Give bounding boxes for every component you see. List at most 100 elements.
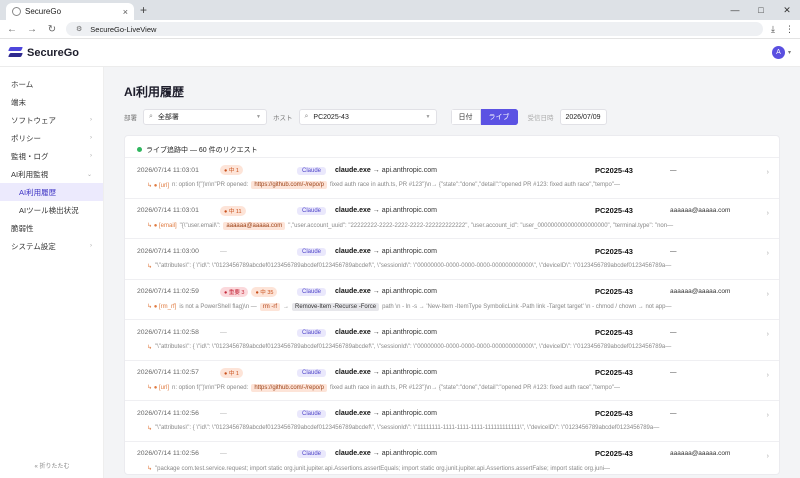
dept-filter-select[interactable]: ⌕ 全部署 ▼ — [143, 109, 267, 125]
row-detail-chevron-icon[interactable]: › — [767, 169, 769, 176]
sidebar-item-policy[interactable]: ポリシー › — [0, 129, 103, 147]
main-content: AI利用履歴 部署 ⌕ 全部署 ▼ ホスト ⌕ PC2025-43 ▼ 日付 ラ… — [104, 67, 800, 478]
table-row[interactable]: 2026/07/14 11:03:00 — Claude claude.exe … — [125, 239, 779, 280]
row-detail-chevron-icon[interactable]: › — [767, 210, 769, 217]
user-menu[interactable]: A ▾ — [771, 46, 791, 59]
table-row[interactable]: 2026/07/14 11:02:57 ● 中 1 Claude claude.… — [125, 361, 779, 401]
ai-tool: Claude — [297, 247, 335, 256]
chevron-right-icon: › — [90, 117, 92, 123]
request-time: 2026/07/14 11:03:00 — [137, 247, 199, 255]
severity-badge: ● 重要 3 — [220, 286, 249, 297]
detail-prefix: ↳ ● [rm_rf] — [147, 304, 177, 310]
sidebar-item-ai-history[interactable]: AI利用履歴 — [0, 183, 103, 201]
row-detail-chevron-icon[interactable]: › — [767, 291, 769, 298]
request-detail: ↳ ● [url] n: option f(")\n\n"PR opened: h… — [137, 381, 767, 395]
destination: → api.anthropic.com — [372, 247, 437, 255]
download-icon[interactable]: ⤓ — [771, 24, 775, 35]
mode-date-button[interactable]: 日付 — [450, 109, 481, 125]
user-email: aaaaaa@aaaaa.com — [670, 450, 731, 457]
browser-tab-strip: SecureGo × + — □ ✕ — [0, 0, 800, 20]
host-name: PC2025-43 — [595, 165, 633, 175]
mode-live-button[interactable]: ライブ — [480, 109, 518, 125]
sidebar-item-system-settings[interactable]: システム設定 › — [0, 237, 103, 255]
sidebar-item-software[interactable]: ソフトウェア › — [0, 111, 103, 129]
row-detail-chevron-icon[interactable]: › — [767, 453, 769, 460]
avatar[interactable]: A — [771, 46, 785, 59]
destination: → api.anthropic.com — [372, 369, 437, 376]
table-row[interactable]: 2026/07/14 11:02:59 ● 重要 3 ● 中 35 Claude … — [125, 280, 779, 320]
chevron-right-icon: › — [90, 243, 92, 249]
live-status-text: ライブ追跡中 — 60 件のリクエスト — [146, 146, 258, 154]
sidebar-item-label: AI利用履歴 — [19, 187, 57, 197]
ai-tool-tag: Claude — [297, 409, 327, 418]
chevron-down-icon: ▼ — [425, 114, 431, 120]
maximize-button[interactable]: □ — [748, 0, 774, 20]
date-filter-input[interactable]: 2026/07/09 — [559, 109, 607, 125]
destination: → api.anthropic.com — [372, 207, 437, 214]
dept-filter-label: 部署 — [124, 115, 137, 122]
ai-tool-tag: Claude — [297, 450, 327, 458]
ai-tool: Claude — [297, 409, 335, 418]
process-name: claude.exe — [335, 207, 371, 214]
table-row[interactable]: 2026/07/14 11:02:58 — Claude claude.exe … — [125, 320, 779, 361]
ai-tool: Claude — [297, 328, 335, 337]
destination: → api.anthropic.com — [372, 450, 437, 457]
process-name: claude.exe — [335, 409, 371, 417]
sidebar-item-devices[interactable]: 端末 — [0, 93, 103, 111]
detail-text: path \n - ln -s → 'New-Item -ItemType Sy… — [382, 303, 672, 310]
sidebar-item-monitoring[interactable]: 監視・ログ › — [0, 147, 103, 165]
reload-button[interactable]: ↻ — [46, 24, 58, 35]
table-row[interactable]: 2026/07/14 11:03:01 ● 中 1 Claude claude.… — [125, 158, 779, 199]
browser-menu-icon[interactable]: ⋮ — [785, 24, 794, 35]
new-tab-button[interactable]: + — [140, 3, 147, 17]
tab-close-icon[interactable]: × — [123, 7, 128, 17]
table-row[interactable]: 2026/07/14 11:02:56 — Claude claude.exe … — [125, 442, 779, 475]
detail-text: n: option f(")\n\n"PR opened: — [172, 384, 249, 391]
date-filter-label: 受信日時 — [527, 115, 554, 122]
host-name: PC2025-43 — [595, 327, 633, 337]
request-detail: ↳ "package com.test.service.request; imp… — [137, 462, 767, 475]
browser-tab[interactable]: SecureGo × — [6, 3, 134, 20]
ai-tool-tag: Claude — [297, 369, 327, 377]
collapse-sidebar-button[interactable]: « 折りたたむ — [0, 461, 104, 470]
detail-match: https://github.com/-/repo/p — [251, 383, 328, 392]
table-row[interactable]: 2026/07/14 11:03:01 ● 中 11 Claude claude… — [125, 199, 779, 239]
search-icon: ⌕ — [149, 113, 153, 120]
detail-command: Remove-Item -Recurse -Force — [292, 302, 380, 311]
back-button[interactable]: ← — [6, 24, 18, 35]
minimize-button[interactable]: — — [722, 0, 748, 20]
url-field[interactable]: ⚙ SecureGo-LiveView — [66, 22, 764, 36]
sidebar-item-label: AIツール検出状況 — [19, 205, 79, 215]
sidebar-item-ai-monitoring[interactable]: AI利用監視 ⌄ — [0, 165, 103, 183]
host-filter-select[interactable]: ⌕ PC2025-43 ▼ — [298, 109, 437, 125]
sidebar-item-home[interactable]: ホーム — [0, 75, 103, 93]
destination: → api.anthropic.com — [372, 166, 437, 174]
detail-text: fixed auth race in auth.ts, PR #123"}\n→… — [330, 384, 620, 391]
table-row[interactable]: 2026/07/14 11:02:56 — Claude claude.exe … — [125, 401, 779, 442]
forward-button[interactable]: → — [26, 24, 38, 35]
detail-prefix: ↳ ● [url] — [147, 182, 169, 189]
row-detail-chevron-icon[interactable]: › — [767, 331, 769, 338]
request-time: 2026/07/14 11:02:56 — [137, 450, 199, 457]
detail-text: "\"attributes\": { \"id\": \"0123456789a… — [155, 344, 672, 350]
chevron-down-icon[interactable]: ▾ — [788, 49, 791, 56]
row-detail-chevron-icon[interactable]: › — [767, 250, 769, 257]
sidebar-item-label: 監視・ログ — [11, 151, 49, 161]
sidebar-item-ai-tool-detection[interactable]: AIツール検出状況 — [0, 201, 103, 219]
brand-logo[interactable]: SecureGo — [8, 47, 79, 59]
ai-tool: Claude — [297, 369, 335, 377]
request-time: 2026/07/14 11:02:58 — [137, 328, 199, 336]
process-name: claude.exe — [335, 288, 371, 295]
close-window-button[interactable]: ✕ — [774, 0, 800, 20]
process-destination: claude.exe → api.anthropic.com — [335, 167, 595, 174]
row-detail-chevron-icon[interactable]: › — [767, 412, 769, 419]
live-dot-icon — [137, 147, 142, 152]
no-severity: — — [220, 247, 227, 255]
sidebar-item-vulnerability[interactable]: 脆弱性 — [0, 219, 103, 237]
destination: → api.anthropic.com — [372, 409, 437, 417]
request-detail: ↳ "\"attributes\": { \"id\": \"012345678… — [137, 340, 767, 354]
site-info-icon[interactable]: ⚙ — [76, 25, 82, 33]
app-window: SecureGo A ▾ ホーム 端末 ソフトウェア › ポリシー › 監視・ログ ›… — [0, 39, 800, 478]
row-detail-chevron-icon[interactable]: › — [767, 372, 769, 379]
process-name: claude.exe — [335, 247, 371, 255]
